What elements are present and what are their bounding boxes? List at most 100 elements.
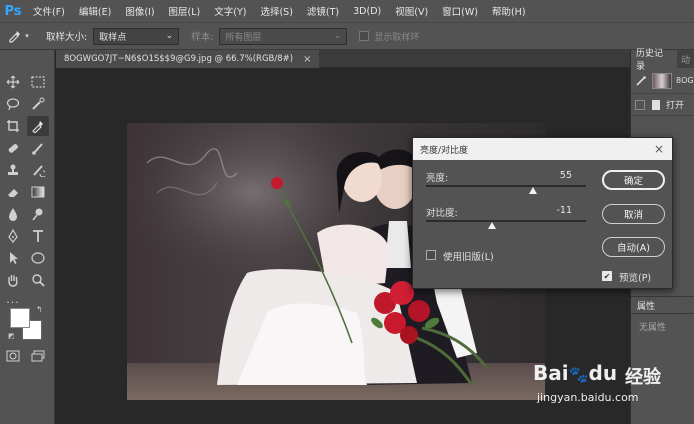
baidu-product: 经验 [625, 367, 661, 388]
brightness-slider-thumb[interactable] [529, 187, 538, 194]
menu-window[interactable]: 窗口(W) [435, 4, 485, 18]
history-panel-tabs: 历史记录 动 [631, 49, 694, 72]
menu-file[interactable]: 文件(F) [26, 4, 72, 18]
show-ring-label: 显示取样环 [374, 32, 420, 43]
marquee-icon [31, 76, 45, 88]
no-properties-text: 无属性 [639, 323, 667, 333]
zoom-tool[interactable] [27, 270, 49, 290]
document-tab-bar: 8OGWGO7JT~N6$O1S$$9@G9.jpg @ 66.7%(RGB/8… [56, 50, 630, 68]
menu-3d[interactable]: 3D(D) [346, 6, 388, 17]
menu-layer[interactable]: 图层(L) [162, 4, 208, 18]
eyedropper-tool[interactable] [27, 116, 49, 136]
tool-preset-picker[interactable]: ▾ [0, 25, 36, 47]
brightness-value[interactable]: 55 [542, 170, 572, 181]
more-icon: ··· [6, 295, 20, 309]
crop-tool[interactable] [2, 116, 24, 136]
screen-mode-button[interactable] [27, 346, 49, 366]
brightness-label: 亮度: [426, 173, 449, 184]
path-select-icon [10, 252, 18, 264]
chevron-down-icon: ⌄ [333, 31, 342, 41]
dialog-title: 亮度/对比度 [420, 145, 469, 156]
close-icon[interactable]: × [303, 54, 311, 65]
lasso-tool[interactable] [2, 94, 24, 114]
swap-colors-icon[interactable]: ↰ [36, 305, 43, 314]
default-colors-icon[interactable]: ◩ [8, 332, 15, 340]
menu-type[interactable]: 文字(Y) [207, 4, 253, 18]
eyedropper-icon [32, 121, 43, 133]
quick-mask-button[interactable] [2, 346, 24, 366]
history-item-open[interactable]: 打开 [631, 94, 694, 116]
menu-filter[interactable]: 滤镜(T) [300, 4, 346, 18]
eyedropper-icon [9, 31, 21, 43]
sample-size-select[interactable]: 取样点 ⌄ [93, 27, 180, 45]
dodge-tool[interactable] [27, 204, 49, 224]
pen-tool[interactable] [2, 226, 24, 246]
hand-icon [8, 275, 18, 287]
sample-value: 所有图层 [225, 32, 262, 43]
pen-icon [8, 229, 18, 243]
ok-button[interactable]: 确定 [602, 170, 665, 190]
menu-select[interactable]: 选择(S) [253, 4, 299, 18]
crop-icon [7, 120, 19, 132]
sample-label: 样本: [191, 32, 214, 43]
lasso-icon [6, 98, 20, 111]
brush-tool[interactable] [27, 138, 49, 158]
baidu-paw-icon: 🐾 [568, 365, 589, 384]
menu-bar: Ps 文件(F) 编辑(E) 图像(I) 图层(L) 文字(Y) 选择(S) 滤… [0, 0, 694, 22]
document-tab[interactable]: 8OGWGO7JT~N6$O1S$$9@G9.jpg @ 66.7%(RGB/8… [56, 50, 320, 68]
hand-tool[interactable] [2, 270, 24, 290]
cancel-button[interactable]: 取消 [602, 204, 665, 224]
use-legacy-label: 使用旧版(L) [443, 252, 494, 263]
screen-mode-icon [31, 350, 45, 362]
gradient-tool[interactable] [27, 182, 49, 202]
contrast-slider-thumb[interactable] [487, 222, 496, 229]
tab-history[interactable]: 历史记录 [631, 49, 677, 72]
properties-panel-tab[interactable]: 属性 [631, 296, 694, 314]
move-tool[interactable] [2, 72, 24, 92]
brightness-slider[interactable] [426, 185, 586, 187]
quick-select-icon [32, 97, 45, 110]
close-icon[interactable]: × [654, 142, 664, 156]
menu-image[interactable]: 图像(I) [118, 4, 161, 18]
use-legacy-checkbox[interactable] [426, 250, 436, 260]
gradient-icon [31, 186, 45, 198]
single-rose [271, 177, 283, 189]
sample-size-label: 取样大小: [46, 32, 88, 43]
contrast-label: 对比度: [426, 208, 458, 219]
shape-tool[interactable] [27, 248, 49, 268]
healing-tool[interactable] [2, 138, 24, 158]
contrast-value[interactable]: -11 [542, 205, 572, 216]
brightness-contrast-dialog: 亮度/对比度 × 亮度: 55 对比度: -11 使用旧版(L) 确定 取消 自… [412, 137, 673, 289]
history-checkbox[interactable] [635, 99, 645, 110]
baidu-logo-text: Bai🐾du [533, 361, 617, 385]
auto-button[interactable]: 自动(A) [602, 237, 665, 257]
tab-actions[interactable]: 动 [677, 53, 694, 66]
baidu-watermark: Bai🐾du 经验 jingyan.baidu.com [529, 347, 689, 421]
zoom-icon [32, 274, 45, 287]
show-ring-checkbox[interactable] [359, 31, 370, 41]
blur-tool[interactable] [2, 204, 24, 224]
history-brush-icon [33, 165, 45, 177]
path-select-tool[interactable] [2, 248, 24, 268]
document-icon [652, 99, 660, 110]
tab-properties: 属性 [637, 301, 656, 312]
history-brush-tool[interactable] [27, 160, 49, 180]
type-tool[interactable] [27, 226, 49, 246]
marquee-tool[interactable] [27, 72, 49, 92]
dialog-titlebar[interactable]: 亮度/对比度 × [413, 138, 672, 160]
menu-help[interactable]: 帮助(H) [485, 4, 533, 18]
contrast-slider[interactable] [426, 220, 586, 222]
eraser-tool[interactable] [2, 182, 24, 202]
menu-view[interactable]: 视图(V) [388, 4, 435, 18]
baidu-brand: Bai [533, 361, 569, 385]
sample-select[interactable]: 所有图层 ⌄ [219, 27, 348, 45]
cancel-button-label: 取消 [623, 210, 643, 221]
foreground-color-swatch[interactable] [10, 308, 30, 328]
move-icon [6, 75, 20, 89]
chevron-down-icon: ⌄ [165, 31, 174, 41]
menu-edit[interactable]: 编辑(E) [72, 4, 118, 18]
quick-select-tool[interactable] [27, 94, 49, 114]
clone-stamp-tool[interactable] [2, 160, 24, 180]
history-item-label: 打开 [666, 101, 685, 111]
preview-checkbox[interactable]: ✔ [602, 271, 612, 281]
